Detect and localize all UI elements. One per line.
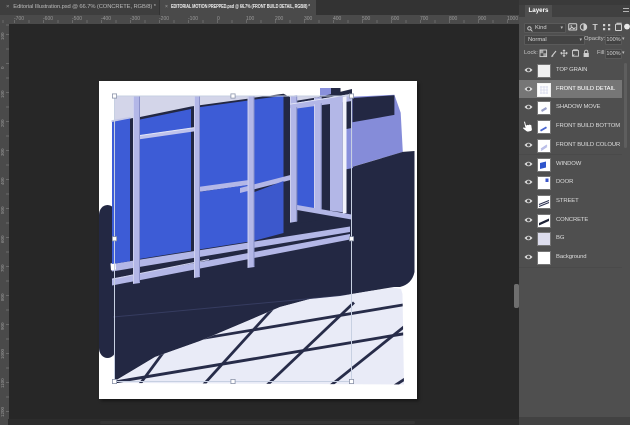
svg-text:T: T bbox=[593, 22, 599, 32]
